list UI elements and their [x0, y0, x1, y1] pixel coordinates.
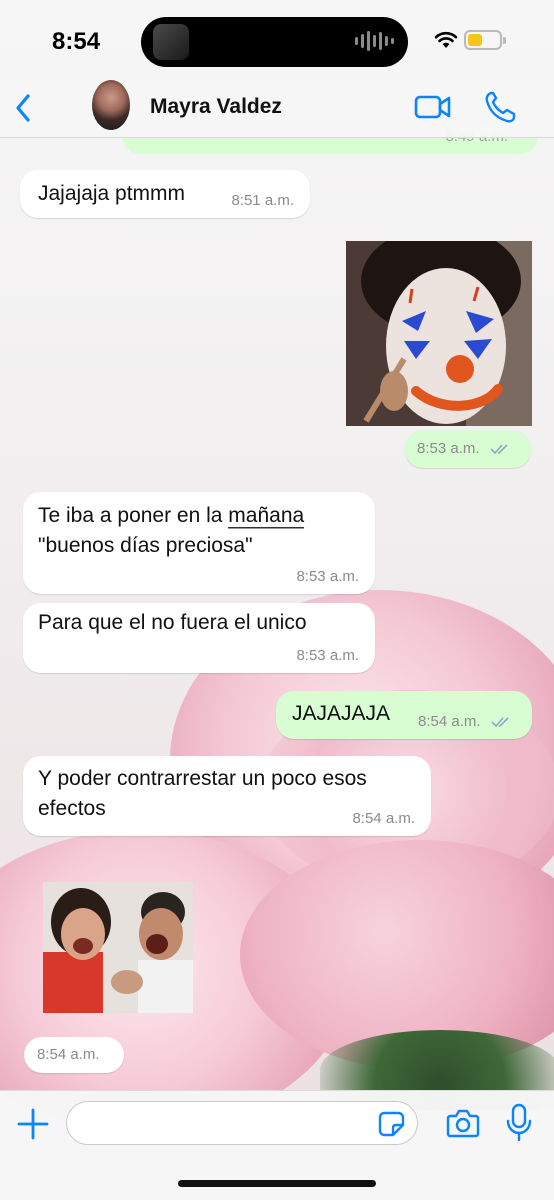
message-bubble-outgoing[interactable]: JAJAJAJA 8:54 a.m.: [276, 691, 532, 739]
message-input[interactable]: [66, 1101, 418, 1145]
message-text-line: Te iba a poner en la mañana: [38, 501, 305, 531]
voice-call-button[interactable]: [484, 90, 516, 124]
video-call-button[interactable]: [414, 92, 452, 122]
message-text: JAJAJAJA: [292, 702, 391, 725]
contact-name[interactable]: Mayra Valdez: [150, 95, 282, 119]
camera-icon[interactable]: [446, 1107, 480, 1139]
message-time: 8:53 a.m.: [417, 440, 512, 457]
battery-level: [468, 34, 482, 46]
message-time-text: 8:53 a.m.: [417, 440, 480, 457]
sticker-image: [43, 882, 193, 1013]
message-bubble-incoming[interactable]: Te iba a poner en la mañana "buenos días…: [23, 492, 375, 594]
read-receipt-icon: [491, 717, 509, 728]
now-playing-artwork: [153, 24, 189, 60]
message-time: 8:54 a.m.: [418, 713, 513, 730]
read-receipt-icon: [490, 444, 508, 455]
message-time-text: 8:54 a.m.: [418, 713, 481, 730]
message-text-line: efectos: [38, 797, 106, 820]
message-time-bubble[interactable]: 8:54 a.m.: [24, 1037, 124, 1073]
chevron-left-icon: [16, 94, 30, 122]
home-indicator[interactable]: [178, 1180, 376, 1187]
message-text-line: "buenos días preciosa": [38, 534, 253, 557]
status-time: 8:54: [52, 28, 101, 55]
message-bubble-incoming[interactable]: Y poder contrarrestar un poco esos efect…: [23, 756, 431, 836]
image-message-clown-makeup[interactable]: [346, 241, 532, 426]
plus-icon[interactable]: [16, 1107, 50, 1141]
message-time: 8:54 a.m.: [37, 1046, 100, 1063]
message-text: Te iba a poner en la mañana "buenos días…: [38, 501, 305, 561]
message-time: 8:53 a.m.: [296, 647, 359, 664]
wifi-icon: [434, 31, 458, 48]
audio-waveform-icon: [355, 31, 394, 51]
status-bar: 8:54: [0, 0, 554, 80]
message-time: 8:53 a.m.: [296, 568, 359, 585]
message-time: 8:51 a.m.: [231, 192, 294, 209]
message-time: 8:54 a.m.: [352, 810, 415, 827]
message-text-line: Y poder contrarrestar un poco esos: [38, 767, 367, 790]
message-bubble-incoming[interactable]: Jajajaja ptmmm 8:51 a.m.: [20, 170, 310, 218]
sticker-message-laughing[interactable]: [43, 882, 193, 1013]
sticker-icon[interactable]: [378, 1111, 406, 1137]
microphone-icon[interactable]: [506, 1103, 532, 1143]
back-button[interactable]: [8, 90, 38, 126]
message-bubble-incoming[interactable]: Para que el no fuera el unico 8:53 a.m.: [23, 603, 375, 673]
dynamic-island[interactable]: [141, 17, 408, 67]
message-text: Y poder contrarrestar un poco esos efect…: [38, 764, 367, 824]
photo-thumbnail: [346, 241, 532, 426]
message-text: Jajajaja ptmmm: [38, 182, 186, 205]
chat-header: Mayra Valdez: [0, 80, 554, 138]
message-text: Para que el no fuera el unico: [38, 611, 307, 634]
battery-icon: [464, 30, 506, 50]
message-time-bubble[interactable]: 8:53 a.m.: [405, 430, 531, 468]
contact-avatar[interactable]: [92, 80, 130, 130]
